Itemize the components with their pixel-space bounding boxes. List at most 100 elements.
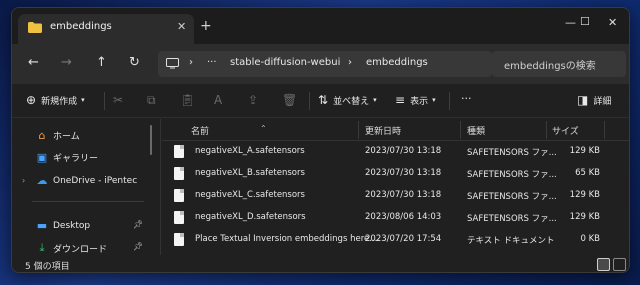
sidebar-item-label: OneDrive - iPentec [53,175,138,186]
details-pane-icon: ◨ [577,93,589,107]
text-file-icon [174,233,184,246]
navigation-pane: ⌂ ホーム ▣ ギャラリー › ☁ OneDrive - iPentec ▬ D… [12,119,153,255]
navigation-bar: ← → ↑ ↻ › ··· stable-diffusion-webui › e… [12,44,629,84]
pin-icon[interactable]: 📌︎ [133,220,143,229]
file-modified: 2023/07/30 13:18 [365,168,442,178]
sidebar-item-home[interactable]: ⌂ ホーム [36,129,80,142]
breadcrumb-stable-diffusion-webui[interactable]: stable-diffusion-webui [230,57,340,68]
folder-icon [28,22,42,33]
table-row[interactable]: Place Textual Inversion embeddings here.… [162,229,629,251]
tab-embeddings[interactable]: embeddings ✕ [18,14,194,44]
column-modified[interactable]: 更新日時 [365,124,401,137]
table-row[interactable]: negativeXL_C.safetensors 2023/07/30 13:1… [162,185,629,207]
view-list-icon: ≡ [395,93,406,107]
search-box[interactable]: embeddingsの検索 [492,51,626,77]
column-type[interactable]: 種類 [467,124,485,137]
close-window-button[interactable]: ✕ [608,16,617,29]
column-header: ⌃ 名前 更新日時 種類 サイズ [162,119,629,141]
file-name: negativeXL_B.safetensors [195,168,305,178]
details-button-label: 詳細 [593,96,612,107]
chevron-down-icon: ▾ [373,96,377,104]
file-modified: 2023/07/30 13:18 [365,146,442,156]
cloud-icon: ☁ [36,174,48,187]
paste-icon[interactable]: 📋︎ [180,93,195,107]
home-icon: ⌂ [38,129,46,142]
new-tab-button[interactable]: + [200,19,212,33]
sidebar-item-gallery[interactable]: ▣ ギャラリー [36,151,98,164]
file-type: SAFETENSORS ファ... [467,148,557,158]
title-bar: embeddings ✕ + — ☐ ✕ [12,8,629,44]
command-bar: ⊕ 新規作成 ▾ ✂ ⧉ 📋︎ A︎ ⇪ 🗑︎ ⇅ 並べ替え ▾ ≡ 表示 ▾ … [12,84,629,118]
sidebar-item-label: Desktop [53,220,91,231]
tab-title: embeddings [50,21,112,32]
search-placeholder: embeddingsの検索 [504,61,596,72]
sidebar-item-desktop[interactable]: ▬ Desktop [36,219,90,232]
details-pane-button[interactable]: ◨ 詳細 [577,93,611,107]
file-name: negativeXL_A.safetensors [195,146,305,156]
file-size: 0 KB [580,234,600,244]
minimize-button[interactable]: — [565,16,576,29]
table-row[interactable]: negativeXL_A.safetensors 2023/07/30 13:1… [162,141,629,163]
file-name: Place Textual Inversion embeddings here.… [195,234,381,244]
new-button[interactable]: ⊕ 新規作成 ▾ [26,93,85,107]
sort-icon: ⇅ [318,93,329,107]
file-icon [174,145,184,158]
sidebar-scrollbar[interactable] [150,125,152,155]
column-size[interactable]: サイズ [552,124,579,137]
pin-icon[interactable]: 📌︎ [133,242,143,251]
status-bar: 5 個の項目 [12,255,629,272]
back-button[interactable]: ← [28,56,39,70]
refresh-button[interactable]: ↻ [129,56,140,70]
file-modified: 2023/07/20 17:54 [365,234,442,244]
sort-button[interactable]: ⇅ 並べ替え ▾ [318,93,377,107]
copy-icon[interactable]: ⧉ [147,93,156,108]
table-row[interactable]: negativeXL_B.safetensors 2023/07/30 13:1… [162,163,629,185]
file-size: 129 KB [569,146,600,156]
chevron-right-icon[interactable]: › [22,176,32,185]
file-type: SAFETENSORS ファ... [467,170,557,180]
view-button[interactable]: ≡ 表示 ▾ [395,93,436,107]
sidebar-item-label: ホーム [53,132,80,142]
file-type: SAFETENSORS ファ... [467,214,557,224]
maximize-button[interactable]: ☐ [580,15,590,28]
cut-icon[interactable]: ✂ [113,93,123,107]
tab-close-icon[interactable]: ✕ [177,20,186,33]
share-icon[interactable]: ⇪ [248,93,258,107]
column-name[interactable]: 名前 [191,124,209,137]
address-bar[interactable]: › ··· stable-diffusion-webui › embedding… [158,51,492,77]
view-button-label: 表示 [410,96,429,107]
file-list: ⌃ 名前 更新日時 種類 サイズ negativeXL_A.safetensor… [162,119,629,255]
file-icon [174,211,184,224]
download-icon: ⤓ [39,241,45,254]
sidebar-item-label: ギャラリー [53,154,99,164]
breadcrumb-more[interactable]: ··· [207,57,217,68]
delete-icon[interactable]: 🗑︎ [282,93,297,107]
tiles-view-icon[interactable] [613,258,626,271]
file-modified: 2023/08/06 14:03 [365,212,442,222]
details-view-icon[interactable] [597,258,610,271]
chevron-down-icon: ▾ [81,96,85,104]
file-type: SAFETENSORS ファ... [467,192,557,202]
rename-icon[interactable]: A︎ [214,93,222,107]
desktop-icon: ▬ [36,219,48,232]
pane-divider[interactable] [160,119,161,255]
more-options-button[interactable]: ··· [461,92,472,105]
file-name: negativeXL_C.safetensors [195,190,305,200]
file-icon [174,189,184,202]
up-button[interactable]: ↑ [96,56,107,70]
breadcrumb-embeddings[interactable]: embeddings [366,57,428,68]
table-row[interactable]: negativeXL_D.safetensors 2023/08/06 14:0… [162,207,629,229]
file-size: 65 KB [575,168,600,178]
file-type: テキスト ドキュメント [467,236,555,246]
sidebar-item-downloads[interactable]: ⤓ ダウンロード [36,241,107,255]
sort-ascending-icon: ⌃ [260,124,267,133]
file-name: negativeXL_D.safetensors [195,212,306,222]
sidebar-divider [32,201,144,202]
gallery-icon: ▣ [36,151,48,164]
plus-circle-icon: ⊕ [26,93,37,107]
chevron-down-icon: ▾ [432,96,436,104]
forward-button[interactable]: → [61,56,72,70]
monitor-icon [166,58,179,69]
sidebar-item-onedrive[interactable]: › ☁ OneDrive - iPentec [22,174,137,187]
new-button-label: 新規作成 [41,96,78,107]
